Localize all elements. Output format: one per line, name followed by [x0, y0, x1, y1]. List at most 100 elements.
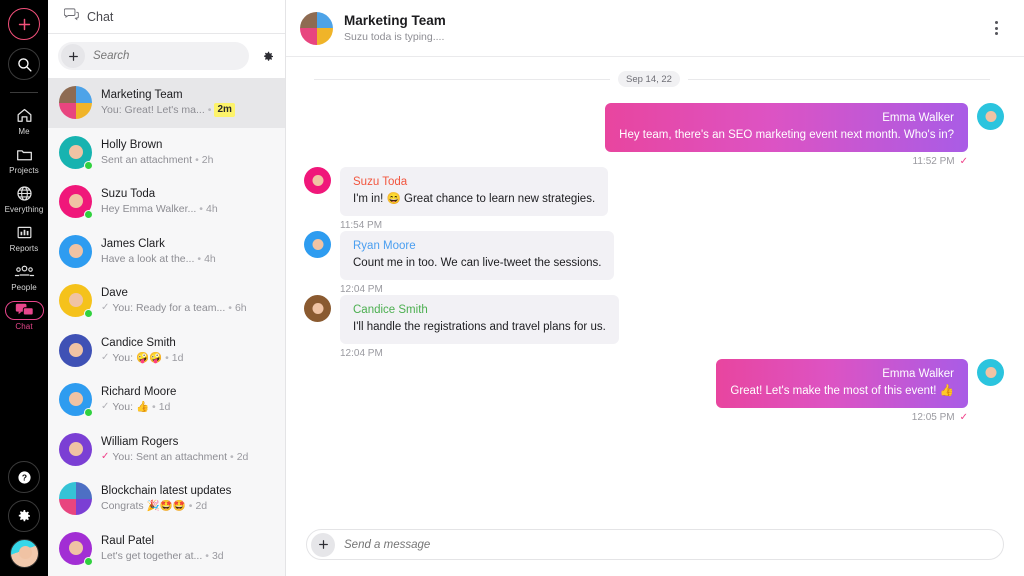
messages-container: Emma WalkerHey team, there's an SEO mark… — [304, 103, 1004, 423]
message-bubble[interactable]: Candice SmithI'll handle the registratio… — [340, 295, 619, 344]
avatar-face — [69, 343, 83, 357]
sidebar-item-projects[interactable]: Projects — [0, 140, 48, 179]
separator-dot: • — [152, 400, 156, 414]
list-item-timestamp: 2d — [237, 450, 249, 464]
message-composer — [286, 529, 1024, 576]
message-bubble[interactable]: Emma WalkerGreat! Let's make the most of… — [716, 359, 968, 408]
list-item[interactable]: Marketing TeamYou: Great! Let's ma...•2m — [48, 78, 285, 128]
message-text: I'll handle the registrations and travel… — [353, 319, 606, 335]
separator-dot: • — [195, 153, 199, 167]
list-item-preview: Hey Emma Walker... — [101, 202, 196, 216]
list-item[interactable]: Candice Smith✓You: 🤪🤪•1d — [48, 326, 285, 376]
avatar-tile — [59, 86, 76, 103]
message-row: Ryan MooreCount me in too. We can live-t… — [304, 231, 1004, 280]
list-item[interactable]: Richard Moore✓You: 👍•1d — [48, 375, 285, 425]
kebab-dot — [995, 27, 998, 30]
message-body: Emma WalkerGreat! Let's make the most of… — [716, 359, 968, 408]
sidebar-item-people[interactable]: People — [0, 257, 48, 296]
search-input[interactable] — [85, 50, 249, 62]
message-bubble[interactable]: Emma WalkerHey team, there's an SEO mark… — [605, 103, 968, 152]
list-item-preview-row: ✓You: 🤪🤪•1d — [101, 351, 275, 365]
online-status-indicator — [84, 210, 93, 219]
message-timestamp: 11:52 PM — [913, 156, 955, 167]
sidebar-item-reports[interactable]: Reports — [0, 218, 48, 257]
list-item[interactable]: Blockchain latest updatesCongrats 🎉🤩🤩•2d — [48, 474, 285, 524]
avatar-face — [69, 145, 83, 159]
list-item-preview-row: Sent an attachment•2h — [101, 153, 275, 167]
list-item-preview-row: Have a look at the...•4h — [101, 252, 275, 266]
list-item-body: James ClarkHave a look at the...•4h — [101, 237, 275, 266]
list-item[interactable]: Suzu TodaHey Emma Walker...•4h — [48, 177, 285, 227]
online-status-indicator — [84, 161, 93, 170]
list-item[interactable]: Dave✓You: Ready for a team...•6h — [48, 276, 285, 326]
conversation-list: Marketing TeamYou: Great! Let's ma...•2m… — [48, 78, 285, 576]
avatar-tile — [76, 86, 93, 103]
composer-box[interactable] — [306, 529, 1004, 560]
list-item[interactable]: William Rogers✓You: Sent an attachment•2… — [48, 425, 285, 475]
chat-topbar: Chat — [48, 0, 285, 34]
message-text: Count me in too. We can live-tweet the s… — [353, 255, 601, 271]
kebab-menu-icon[interactable] — [984, 16, 1008, 40]
message-body: Candice SmithI'll handle the registratio… — [340, 295, 619, 344]
avatar-tile — [59, 499, 76, 516]
message-thread: Sep 14, 22 Emma WalkerHey team, there's … — [286, 57, 1024, 529]
list-item-timestamp: 1d — [172, 351, 184, 365]
list-item-preview: You: Ready for a team... — [112, 301, 225, 315]
global-search-button[interactable] — [8, 48, 40, 80]
conversation-header-text: Marketing Team Suzu toda is typing.... — [344, 13, 446, 44]
read-receipt-icon: ✓ — [101, 450, 109, 464]
avatar — [977, 103, 1004, 130]
avatar — [59, 185, 92, 218]
message-meta: 12:04 PM — [340, 348, 1002, 359]
sidebar-item-chat[interactable]: Chat — [0, 296, 48, 335]
message-bubble[interactable]: Ryan MooreCount me in too. We can live-t… — [340, 231, 614, 280]
message-input[interactable] — [335, 539, 1003, 551]
separator-dot: • — [197, 252, 201, 266]
list-item-timestamp: 4h — [204, 252, 216, 266]
attach-button[interactable] — [311, 533, 335, 557]
message-sender: Suzu Toda — [353, 174, 595, 190]
message: Emma WalkerHey team, there's an SEO mark… — [304, 103, 1004, 167]
chat-settings-button[interactable] — [257, 45, 277, 67]
settings-button[interactable] — [8, 500, 40, 532]
conversation-header: Marketing Team Suzu toda is typing.... — [286, 0, 1024, 57]
sidebar-item-label: Chat — [15, 322, 32, 331]
gear-icon — [16, 508, 32, 524]
message: Ryan MooreCount me in too. We can live-t… — [304, 231, 1004, 295]
message-bubble[interactable]: Suzu TodaI'm in! 😄 Great chance to learn… — [340, 167, 608, 216]
separator-line — [314, 79, 610, 80]
chat-bubbles-icon — [64, 8, 79, 26]
separator-dot: • — [230, 450, 234, 464]
message: Candice SmithI'll handle the registratio… — [304, 295, 1004, 359]
compose-button[interactable] — [8, 8, 40, 40]
list-item-body: Candice Smith✓You: 🤪🤪•1d — [101, 336, 275, 365]
people-icon — [14, 262, 35, 281]
sidebar-item-me[interactable]: Me — [0, 101, 48, 140]
new-chat-button[interactable] — [61, 44, 85, 68]
search-box[interactable] — [58, 42, 249, 70]
list-item-preview: You: 🤪🤪 — [112, 351, 162, 365]
gear-icon — [260, 49, 275, 64]
avatar-tile — [76, 103, 93, 120]
sidebar-item-everything[interactable]: Everything — [0, 179, 48, 218]
list-item[interactable]: James ClarkHave a look at the...•4h — [48, 227, 285, 277]
plus-icon — [317, 538, 330, 551]
question-mark-icon: ? — [16, 469, 33, 486]
help-button[interactable]: ? — [8, 461, 40, 493]
list-item[interactable]: Raul PatelLet's get together at...•3d — [48, 524, 285, 574]
list-item-preview-row: Let's get together at...•3d — [101, 549, 275, 563]
list-item[interactable]: Holly BrownSent an attachment•2h — [48, 128, 285, 178]
avatar-face — [69, 244, 83, 258]
message-meta: 12:04 PM — [340, 284, 1002, 295]
list-item-name: Marketing Team — [101, 88, 275, 102]
avatar[interactable] — [10, 539, 39, 568]
sidebar-item-label: Projects — [9, 166, 39, 175]
list-item-preview-row: Hey Emma Walker...•4h — [101, 202, 275, 216]
avatar-tile — [59, 103, 76, 120]
list-item-preview: Congrats 🎉🤩🤩 — [101, 499, 186, 513]
unread-badge: 2m — [214, 103, 234, 117]
list-item-preview-row: You: Great! Let's ma...•2m — [101, 103, 275, 117]
message-meta: 11:54 PM — [340, 220, 1002, 231]
list-item-name: Candice Smith — [101, 336, 275, 350]
message-timestamp: 11:54 PM — [340, 220, 382, 231]
